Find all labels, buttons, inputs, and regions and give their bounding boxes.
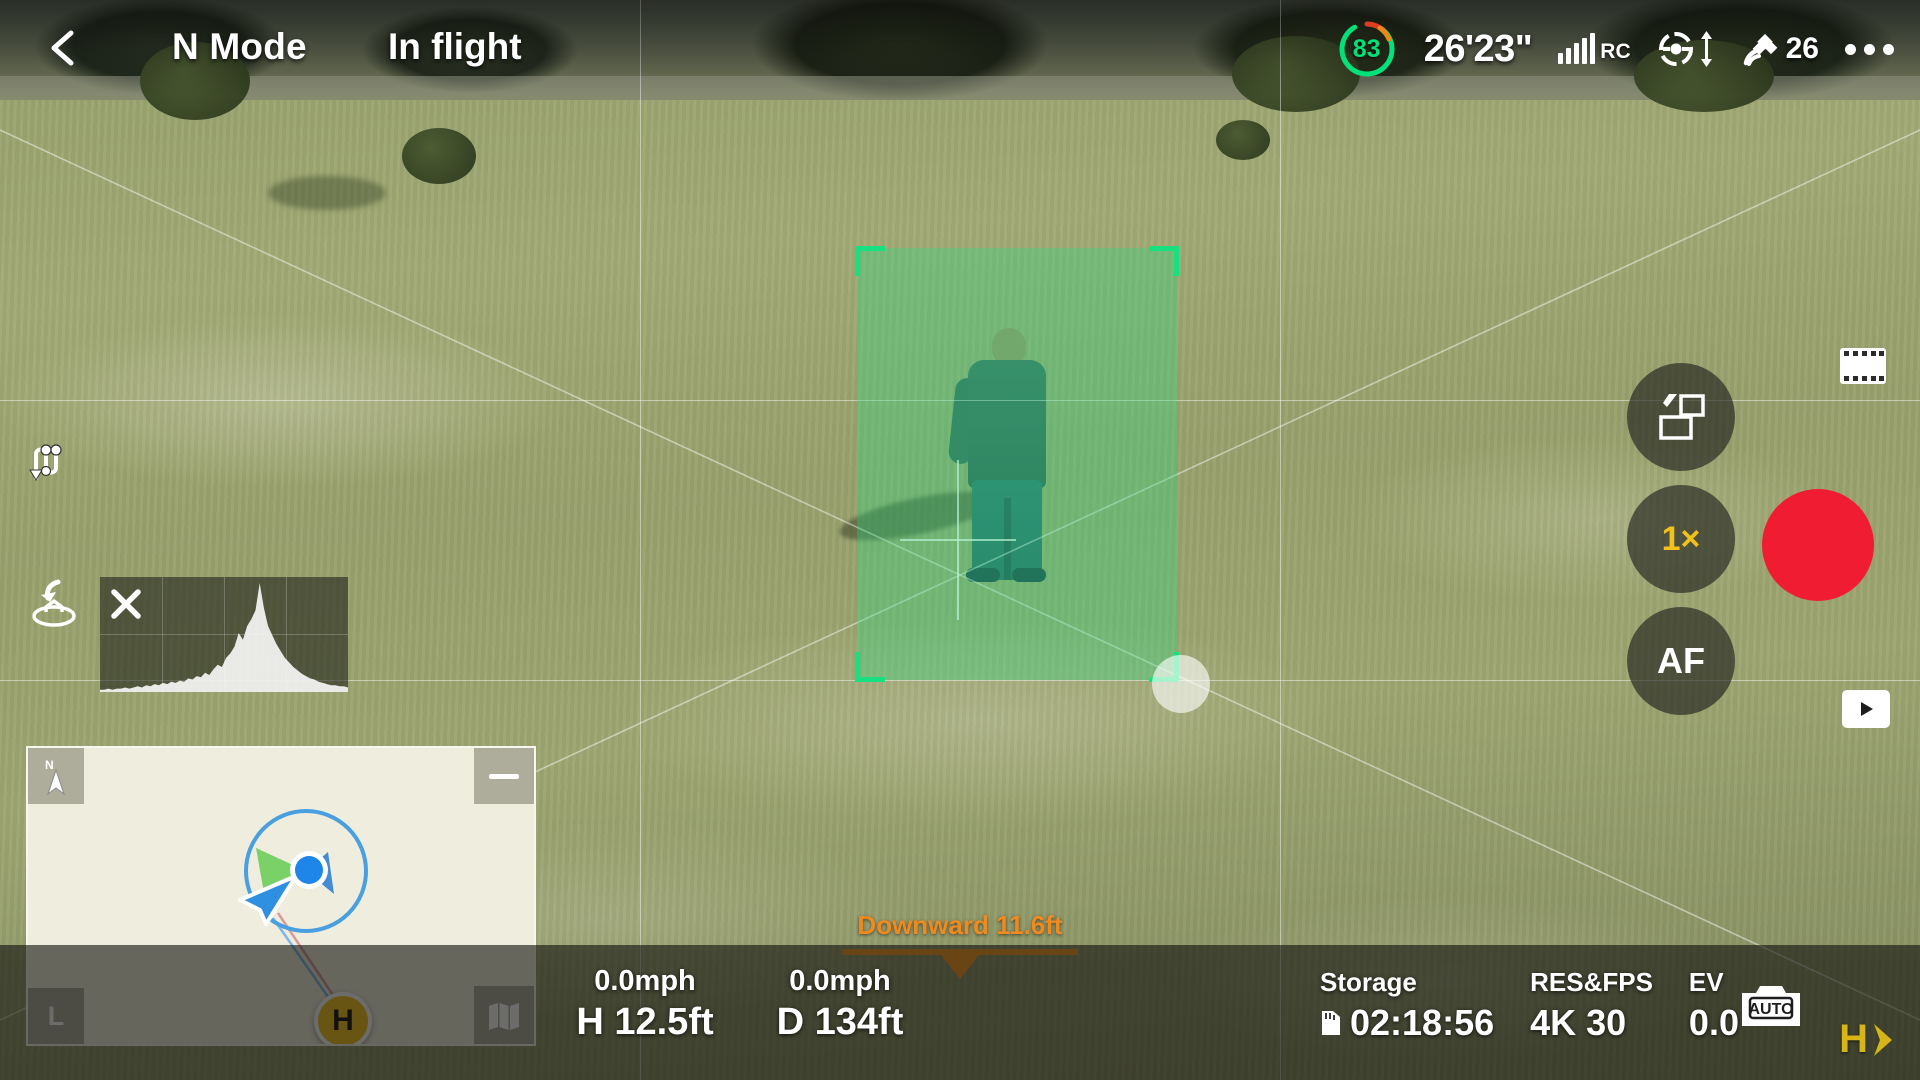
drone-camera-app: N Mode In flight 83 26'23" RC 26 N Downw…	[0, 0, 1920, 1080]
more-dots-icon[interactable]	[1845, 43, 1894, 55]
battery-indicator[interactable]: 83	[1336, 18, 1398, 80]
rc-label: RC	[1600, 40, 1631, 63]
map-collapse-button[interactable]	[474, 748, 534, 804]
photo-video-switch-icon	[1659, 394, 1705, 440]
height-telemetry: 0.0mph H 12.5ft	[555, 965, 735, 1044]
tree	[402, 128, 476, 184]
north-arrow-icon: N	[45, 758, 65, 796]
flight-mode-label: N Mode	[172, 26, 307, 67]
svg-text:N: N	[45, 758, 54, 772]
touch-point-indicator	[1152, 655, 1210, 713]
flight-route-icon[interactable]	[26, 440, 74, 484]
vision-system-indicator[interactable]	[1657, 30, 1714, 68]
res-fps-value: 4K 30	[1530, 1002, 1627, 1043]
ev-label: EV	[1688, 967, 1724, 997]
battery-percent-label: 83	[1352, 34, 1381, 63]
camera-settings-group: Storage 02:18:56 RES&FPS 4K 30 EV 0.0	[1320, 967, 1739, 1044]
rc-signal-indicator[interactable]: RC	[1558, 33, 1631, 64]
auto-badge-label: AUTO	[1748, 1001, 1793, 1018]
flight-status-label: In flight	[388, 26, 522, 67]
sd-card-icon	[1322, 1011, 1340, 1035]
tree-shadow	[268, 176, 386, 210]
chevron-left-icon[interactable]	[42, 26, 86, 70]
distance-telemetry: 0.0mph D 134ft	[745, 965, 935, 1044]
res-fps-label: RES&FPS	[1530, 967, 1653, 997]
ev-value: 0.0	[1688, 1002, 1739, 1043]
up-down-arrow-icon	[1700, 31, 1712, 67]
zoom-level-button[interactable]: 1×	[1627, 485, 1735, 593]
bottom-telemetry-bar: 0.0mph H 12.5ft 0.0mph D 134ft Storage 0…	[0, 945, 1920, 1080]
playback-button[interactable]	[1842, 690, 1890, 728]
res-fps-info[interactable]: RES&FPS 4K 30	[1530, 967, 1653, 1044]
home-direction-indicator: H	[1839, 1017, 1896, 1062]
map-compass-button[interactable]: N	[28, 748, 84, 804]
satellite-count-label: 26	[1785, 32, 1819, 65]
vision-sensing-icon	[1658, 32, 1693, 66]
top-status-bar: N Mode In flight 83 26'23" RC 26	[0, 0, 1920, 96]
storage-value: 02:18:56	[1350, 1002, 1495, 1043]
satellite-icon	[1743, 33, 1777, 66]
status-indicators: 83 26'23" RC 26	[1336, 18, 1894, 80]
ev-info[interactable]: EV 0.0	[1689, 967, 1739, 1044]
height-label: H 12.5ft	[576, 1001, 714, 1043]
tree	[1216, 120, 1270, 160]
home-direction-arrow-icon	[1874, 1023, 1892, 1056]
return-to-home-icon[interactable]	[28, 578, 80, 628]
storage-label: Storage	[1320, 967, 1417, 997]
focus-mode-button[interactable]: AF	[1627, 607, 1735, 715]
tracking-corner-top-left	[855, 246, 885, 276]
zoom-level-label: 1×	[1661, 519, 1701, 558]
camera-auto-icon: AUTO	[1742, 986, 1800, 1026]
distance-label: D 134ft	[776, 1001, 904, 1043]
tracking-corner-bottom-left	[855, 652, 885, 682]
satellite-indicator[interactable]: 26	[1740, 30, 1819, 68]
camera-auto-button[interactable]: AUTO	[1740, 981, 1802, 1038]
vertical-speed-label: 0.0mph	[594, 965, 696, 997]
minimize-icon	[489, 774, 519, 779]
photo-video-toggle-button[interactable]	[1627, 363, 1735, 471]
close-x-icon[interactable]	[104, 582, 148, 626]
signal-bars-icon	[1558, 33, 1596, 64]
tracking-corner-top-right	[1149, 246, 1179, 276]
record-button[interactable]	[1762, 489, 1874, 601]
horizontal-speed-label: 0.0mph	[789, 965, 891, 997]
storage-info[interactable]: Storage 02:18:56	[1320, 967, 1494, 1044]
flight-time-label: 26'23"	[1423, 27, 1533, 70]
focus-mode-label: AF	[1657, 640, 1705, 681]
film-strip-icon[interactable]	[1839, 347, 1887, 385]
subject-tracking-box[interactable]	[855, 246, 1179, 682]
home-direction-label: H	[1839, 1017, 1868, 1061]
play-triangle-icon	[1861, 702, 1873, 716]
